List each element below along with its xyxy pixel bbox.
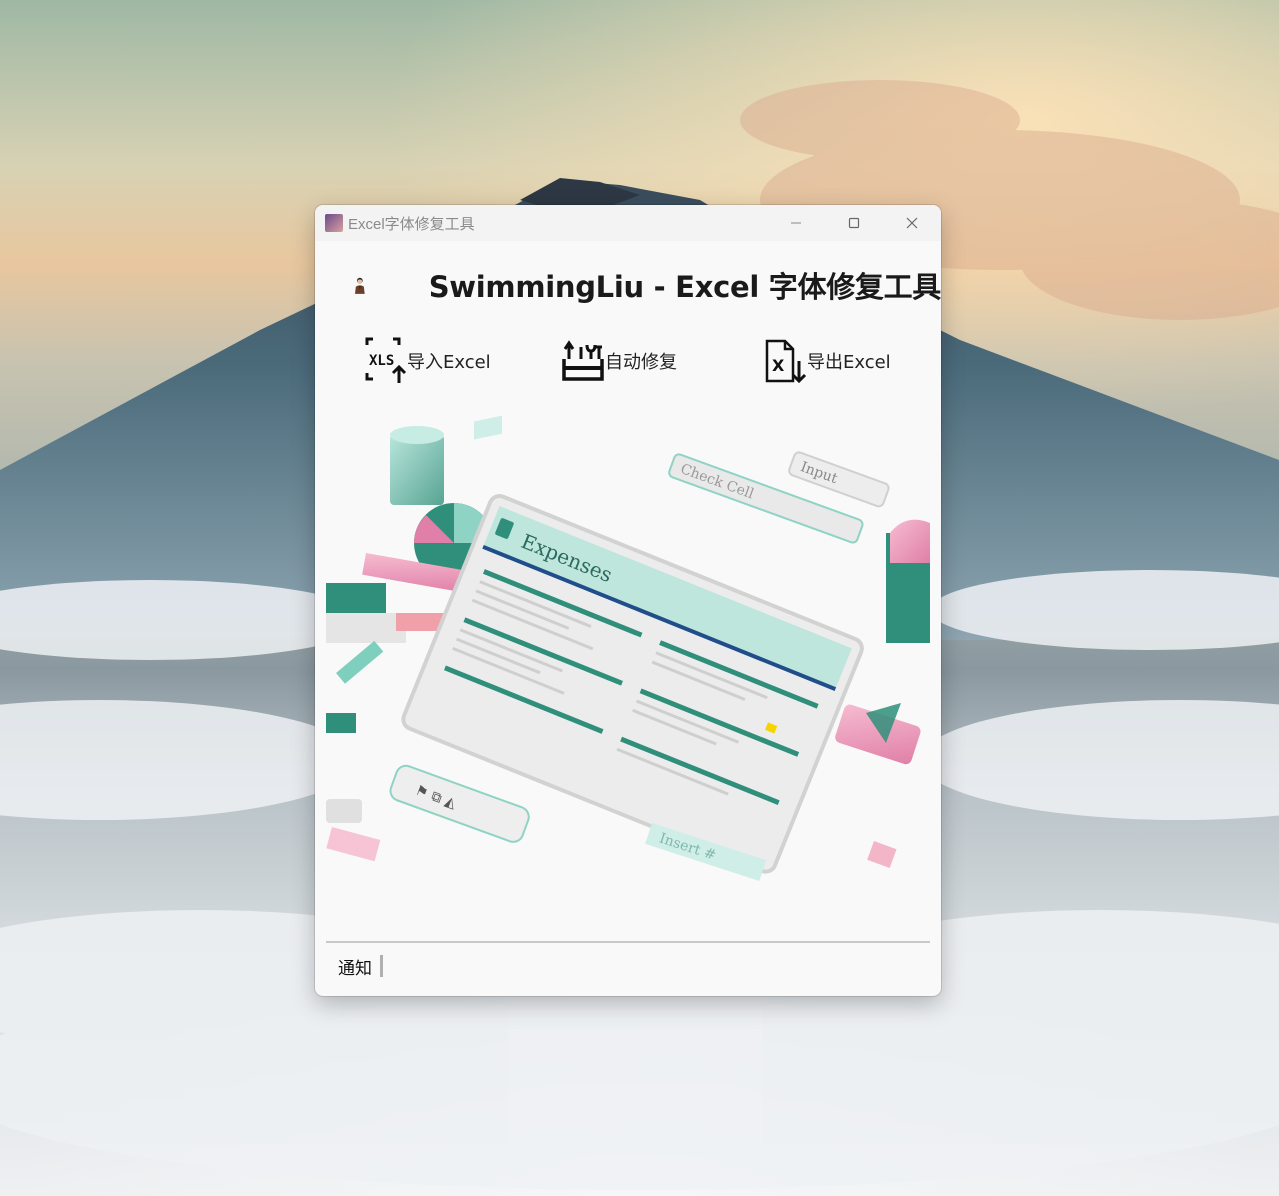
cylinder-icon [390,426,444,505]
avatar [355,277,365,294]
title-bar[interactable]: Excel字体修复工具 [315,205,941,241]
close-icon [906,217,918,229]
divider [326,941,930,943]
import-excel-label: 导入Excel [407,352,491,373]
minimize-icon [791,222,801,224]
maximize-button[interactable] [825,205,883,241]
minimize-button[interactable] [767,205,825,241]
svg-text:XLS: XLS [369,353,394,369]
notification-label: 通知 [338,958,372,979]
toolbox-icon [562,340,604,381]
export-excel-label: 导出Excel [807,352,891,373]
auto-repair-button[interactable]: 自动修复 [561,335,677,387]
app-header: SwimmingLiu - Excel 字体修复工具 [315,249,941,321]
app-window: Excel字体修复工具 SwimmingLiu - Excel 字体修复工具 X… [315,205,941,996]
export-excel-button[interactable]: X 导出Excel [763,335,891,387]
svg-text:X: X [772,356,785,375]
import-excel-button[interactable]: XLS 导入Excel [363,335,491,387]
text-cursor [380,955,383,977]
xls-import-icon: XLS [365,337,407,383]
auto-repair-label: 自动修复 [605,352,677,373]
app-heading: SwimmingLiu - Excel 字体修复工具 [428,270,941,304]
window-controls [767,205,941,241]
status-bar: 通知 [338,951,383,981]
toolbar: XLS 导入Excel 自动修复 X 导出Excel [315,331,941,391]
maximize-icon [848,217,860,229]
hero-illustration: Expenses Check Cell Input ⚑ ⧉ ◭ Insert # [326,415,930,882]
close-button[interactable] [883,205,941,241]
window-title: Excel字体修复工具 [348,215,475,233]
app-icon [325,214,343,232]
excel-export-icon: X [765,339,807,384]
